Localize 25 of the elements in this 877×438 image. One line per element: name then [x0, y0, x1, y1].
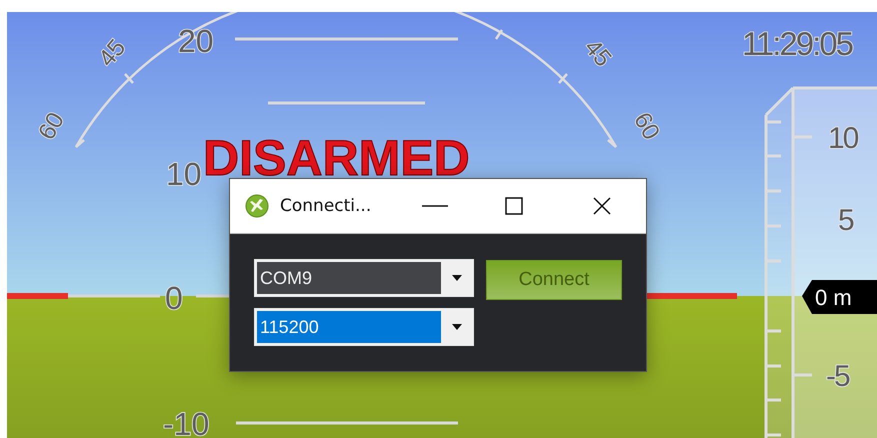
roll-label: 45 — [93, 34, 132, 72]
arming-status: DISARMED — [203, 130, 470, 186]
caret-icon — [452, 324, 462, 330]
minimize-icon — [422, 204, 448, 208]
dialog-title: Connecti... — [280, 196, 372, 216]
dropdown-value: COM9 — [257, 262, 441, 294]
close-icon — [593, 197, 611, 215]
pitch-label: 20 — [178, 23, 214, 59]
maximize-icon — [505, 197, 523, 215]
pitch-label: -10 — [163, 406, 210, 438]
dropdown-value: 115200 — [257, 311, 441, 343]
altitude-label: 10 — [828, 122, 858, 155]
altitude-label: -5 — [826, 360, 849, 393]
roll-label: 60 — [628, 108, 665, 145]
altitude-reading: 0 m — [815, 285, 852, 310]
roll-label: 45 — [578, 34, 617, 72]
horizon-marker — [7, 293, 68, 299]
altitude-label: 5 — [838, 204, 853, 237]
roll-label: 60 — [33, 108, 70, 145]
clock-time: 11:29:05 — [742, 25, 852, 62]
pitch-label: 10 — [166, 156, 202, 192]
dropdown-field[interactable]: COM9 — [254, 259, 474, 297]
caret-icon — [452, 275, 462, 281]
dropdown-field[interactable]: 115200 — [254, 308, 474, 346]
connect-button[interactable]: Connect — [486, 260, 622, 300]
